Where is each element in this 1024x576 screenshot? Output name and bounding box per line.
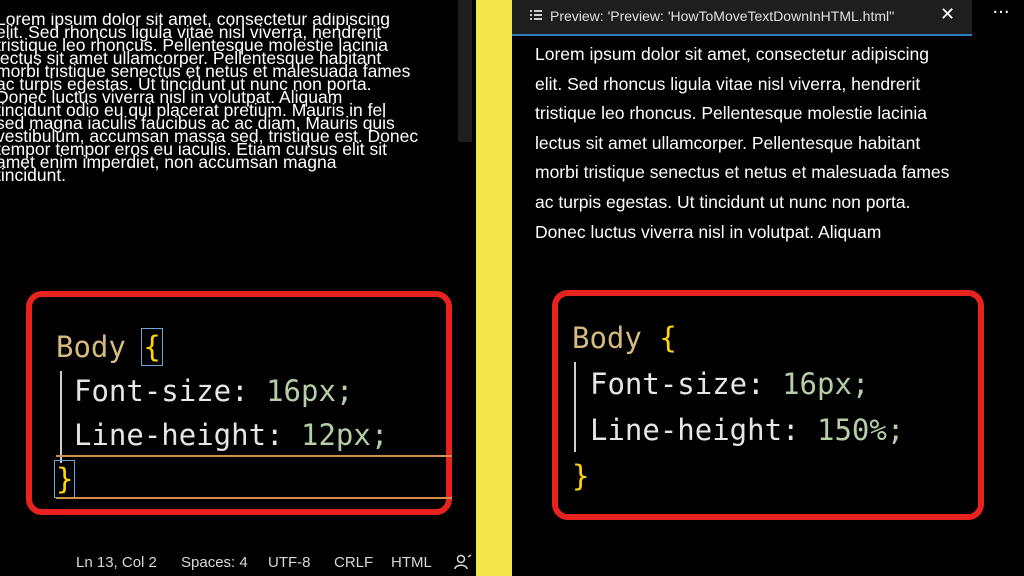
css-selector: Body — [56, 330, 126, 364]
text-line: elit. Sed rhoncus ligula vitae nisl vive… — [535, 73, 921, 94]
css-property: Line-height: — [590, 413, 800, 447]
preview-text-content: Lorem ipsum dolor sit amet, consectetur … — [535, 40, 995, 247]
text-line: amet enim imperdiet, non accumsan magna — [0, 152, 337, 172]
status-bar: Ln 13, Col 2 Spaces: 4 UTF-8 CRLF HTML — [0, 546, 476, 576]
text-line: morbi tristique senectus et netus et mal… — [535, 162, 950, 183]
code-line-close: } — [53, 457, 76, 501]
open-brace: { — [141, 328, 163, 366]
indent-guide — [60, 371, 62, 463]
css-value: 16px; — [782, 367, 870, 401]
status-cursor-position[interactable]: Ln 13, Col 2 — [76, 554, 157, 571]
editor-scrollbar[interactable] — [458, 0, 472, 142]
css-value: 150%; — [816, 413, 905, 447]
code-line-line-height: Line-height: 12px; — [74, 413, 388, 457]
open-brace: { — [659, 321, 677, 355]
code-line-close: } — [572, 454, 589, 498]
code-line-selector: Body { — [572, 316, 677, 360]
status-indentation[interactable]: Spaces: 4 — [181, 554, 248, 571]
css-selector: Body — [572, 321, 642, 355]
editor-text-content[interactable]: Lorem ipsum dolor sit amet, consectetur … — [0, 13, 476, 182]
code-line-selector: Body { — [56, 325, 163, 369]
status-encoding[interactable]: UTF-8 — [268, 554, 311, 571]
code-line-font-size: Font-size: 16px; — [590, 362, 869, 406]
text-line: Lorem ipsum dolor sit amet, consectetur … — [535, 44, 929, 64]
close-brace: } — [53, 460, 76, 498]
css-property: Line-height: — [74, 418, 284, 452]
code-highlight-box: Body { Font-size: 16px; Line-height: 150… — [552, 290, 984, 520]
css-value: 12px; — [300, 418, 389, 452]
code-line-line-height: Line-height: 150%; — [590, 408, 904, 452]
css-value: 16px; — [266, 374, 354, 408]
status-language[interactable]: HTML — [391, 554, 432, 571]
status-eol[interactable]: CRLF — [334, 554, 373, 571]
css-property: Font-size: — [590, 367, 765, 401]
preview-icon — [530, 10, 542, 20]
text-line: Donec luctus viverra nisl in volutpat. A… — [535, 221, 882, 242]
more-actions-icon[interactable]: ··· — [982, 2, 1020, 32]
close-brace: } — [572, 459, 590, 493]
close-icon[interactable]: ✕ — [940, 4, 955, 25]
text-line: tristique leo rhoncus. Pellentesque mole… — [535, 103, 928, 124]
current-line-top-border — [56, 455, 452, 457]
feedback-icon[interactable] — [454, 554, 472, 570]
indent-guide — [574, 362, 576, 452]
editor-panel[interactable]: Lorem ipsum dolor sit amet, consectetur … — [0, 0, 476, 576]
tab-title: Preview: 'Preview: 'HowToMoveTextDownInH… — [550, 8, 895, 24]
code-line-font-size: Font-size: 16px; — [74, 369, 353, 413]
tab-preview[interactable]: Preview: 'Preview: 'HowToMoveTextDownInH… — [512, 0, 972, 36]
text-line: ac turpis egestas. Ut tincidunt ut nunc … — [535, 191, 911, 212]
current-line-bottom-border — [56, 497, 452, 499]
code-highlight-box: Body { Font-size: 16px; Line-height: 12p… — [26, 291, 452, 515]
css-property: Font-size: — [74, 374, 249, 408]
text-line: lectus sit amet ullamcorper. Pellentesqu… — [535, 132, 921, 153]
